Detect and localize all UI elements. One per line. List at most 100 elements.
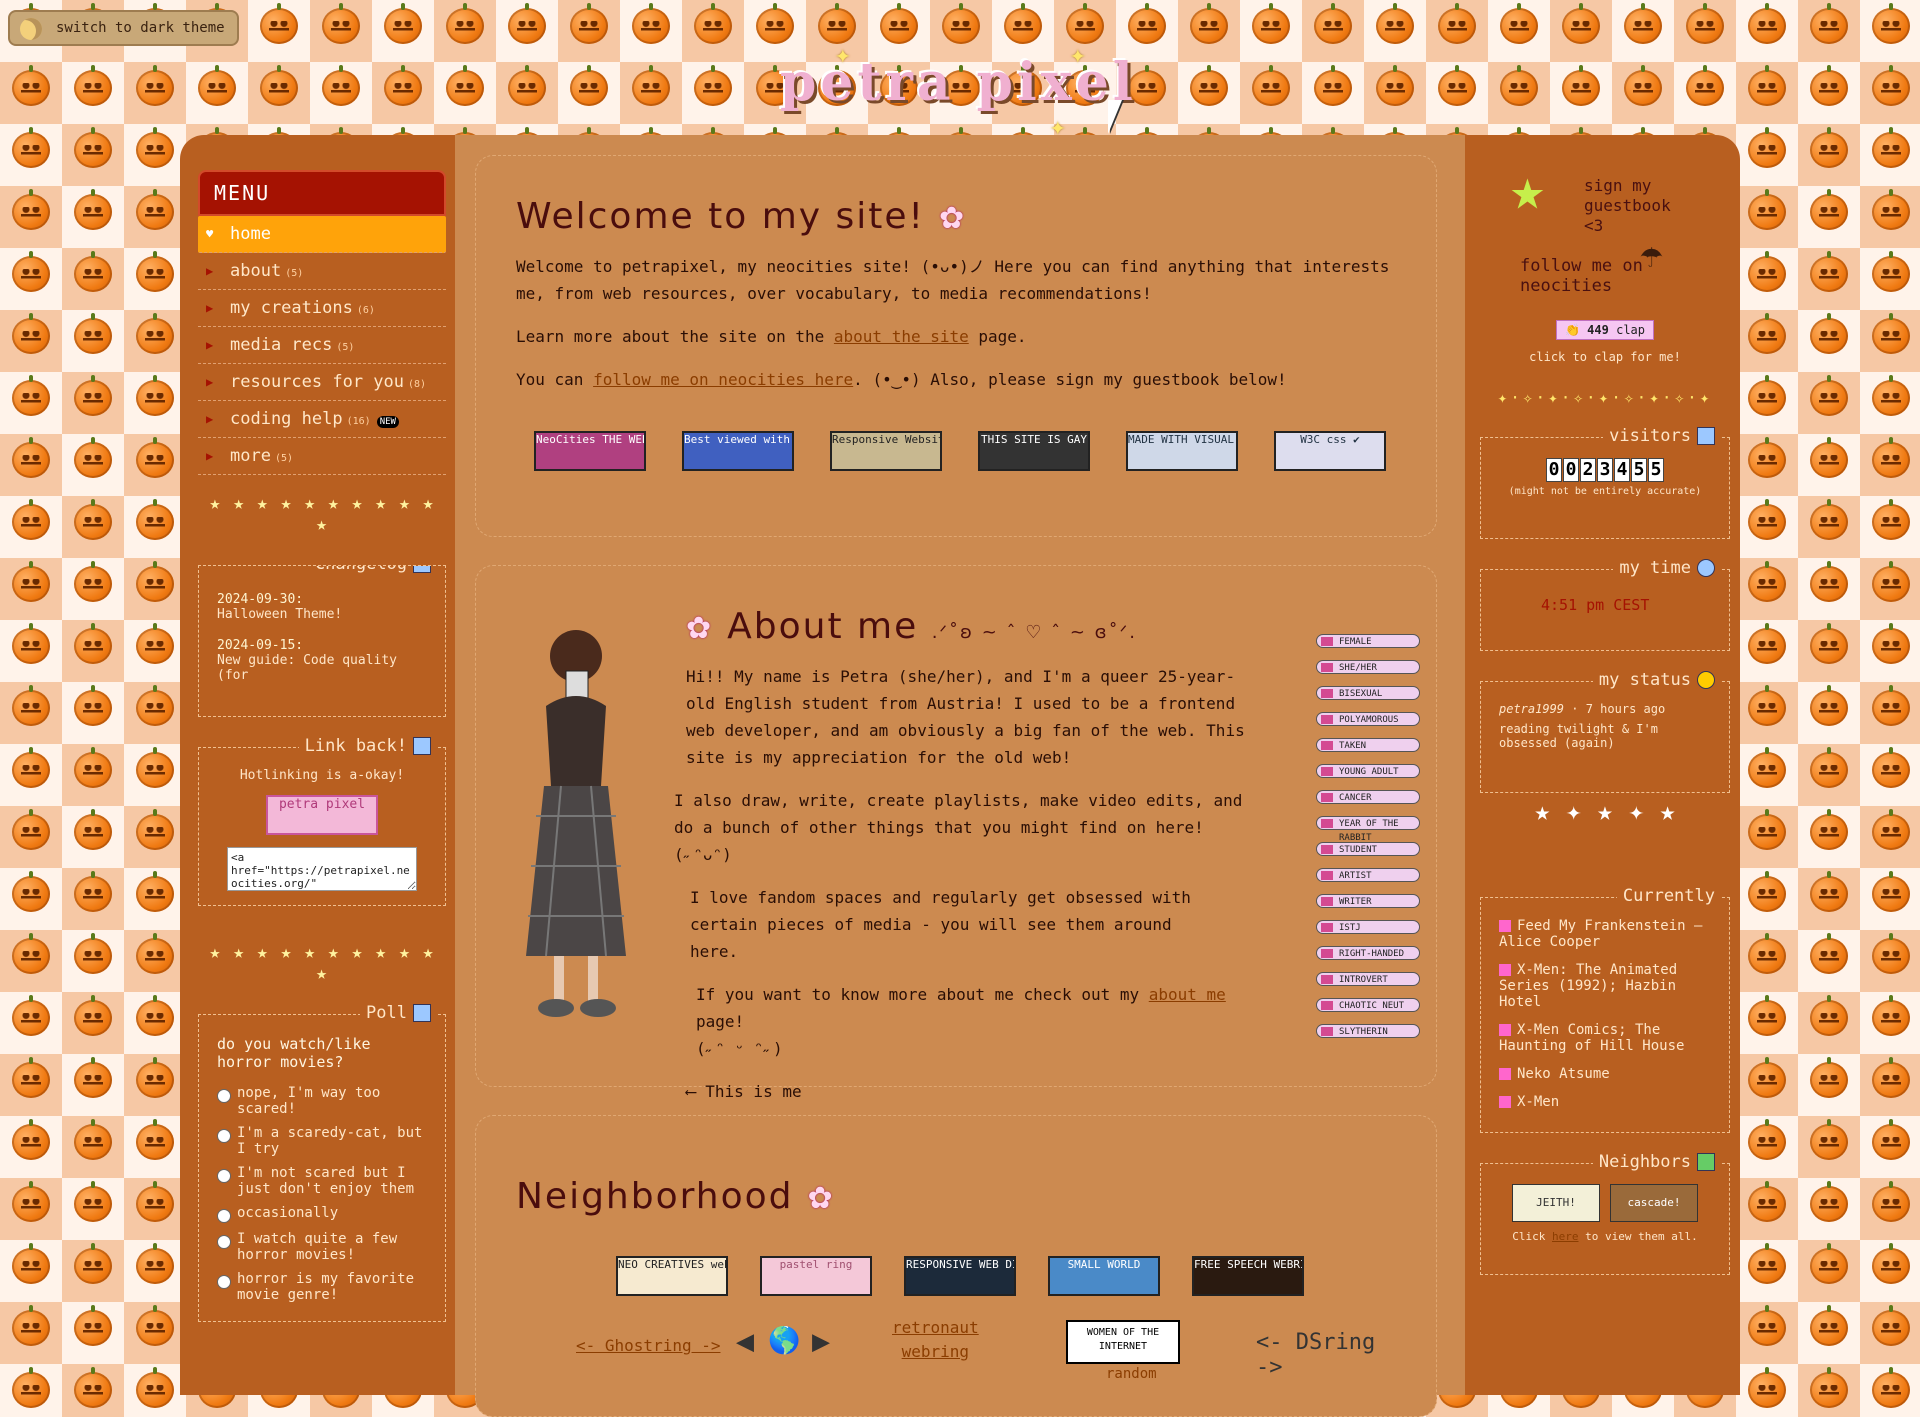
pumpkin-icon <box>1748 313 1786 354</box>
women-of-internet-ring[interactable]: WOMEN OF THE INTERNET <box>1066 1320 1180 1364</box>
poll-option[interactable]: horror is my favorite movie genre! <box>217 1271 427 1303</box>
dsring-link[interactable]: <- DSring -> <box>1256 1330 1376 1380</box>
pumpkin-icon <box>260 65 298 106</box>
changelog-date: 2024-09-15: <box>217 638 304 653</box>
webring-button[interactable]: FREE SPEECH WEBRING <box>1192 1256 1304 1296</box>
counter-digit: 0 <box>1546 458 1562 482</box>
changelog-title: Changelog <box>308 566 437 574</box>
menu-item-count: (8) <box>408 379 427 390</box>
poll-radio[interactable] <box>217 1209 231 1223</box>
menu-item-my-creations[interactable]: ▶ my creations (6) <box>198 290 446 327</box>
linkback-code-field[interactable]: <a href="https://petrapixel.neocities.or… <box>227 847 417 891</box>
identity-badge: WRITER <box>1316 894 1420 908</box>
site-badge-button[interactable]: Responsive Website <box>830 431 942 471</box>
pumpkin-icon <box>1872 1119 1910 1160</box>
pumpkin-icon <box>1500 3 1538 44</box>
pumpkin-icon <box>1748 3 1786 44</box>
pumpkin-icon <box>1810 3 1848 44</box>
menu-item-label: my creations <box>230 298 353 318</box>
neighbor-button[interactable]: cascade! <box>1610 1184 1698 1222</box>
retronaut-webring-link[interactable]: retronaut webring <box>892 1316 979 1364</box>
pumpkin-icon <box>1748 871 1786 912</box>
identity-badge: CANCER <box>1316 790 1420 804</box>
pumpkin-icon <box>880 3 918 44</box>
pumpkin-icon <box>74 623 112 664</box>
poll-radio[interactable] <box>217 1275 231 1289</box>
webring-button[interactable]: NEO CREATIVES webring <box>616 1256 728 1296</box>
pumpkin-icon <box>136 685 174 726</box>
follow-link[interactable]: follow me on neocities here <box>593 370 853 389</box>
webring-button[interactable]: RESPONSIVE WEB DIRECTORY <box>904 1256 1016 1296</box>
ghostring-link[interactable]: <- Ghostring -> <box>576 1336 721 1355</box>
random-link[interactable]: random <box>1106 1366 1157 1382</box>
menu-item-home[interactable]: ♥ home <box>198 216 446 253</box>
pumpkin-icon <box>1810 561 1848 602</box>
pumpkin-icon <box>1872 1181 1910 1222</box>
pumpkin-icon <box>74 561 112 602</box>
pumpkin-icon <box>1810 313 1848 354</box>
poll-option[interactable]: I'm a scaredy-cat, but I try <box>217 1125 427 1157</box>
poll-radio[interactable] <box>217 1169 231 1183</box>
poll-radio[interactable] <box>217 1235 231 1249</box>
about-site-link[interactable]: about the site <box>834 327 969 346</box>
menu-item-about[interactable]: ▶ about (5) <box>198 253 446 290</box>
pumpkin-icon <box>1748 1057 1786 1098</box>
neighbor-button[interactable]: JEITH! <box>1512 1184 1600 1222</box>
clap-widget: 👏 449 clap click to clap for me! <box>1480 320 1730 364</box>
calendar-icon <box>413 566 431 573</box>
menu-item-more[interactable]: ▶ more (5) <box>198 438 446 475</box>
menu-item-resources-for-you[interactable]: ▶ resources for you (8) <box>198 364 446 401</box>
pumpkin-icon <box>1872 809 1910 850</box>
poll-box: Poll do you watch/like horror movies? no… <box>198 1003 446 1322</box>
webring-button[interactable]: SMALL WORLD <box>1048 1256 1160 1296</box>
pumpkin-icon <box>1872 251 1910 292</box>
pumpkin-icon <box>74 809 112 850</box>
linkback-button-image[interactable]: petra pixel <box>266 795 378 835</box>
kirby-umbrella-icon: ☂ <box>1640 232 1663 276</box>
pumpkin-icon <box>74 65 112 106</box>
pumpkin-icon <box>136 1243 174 1284</box>
site-badge-button[interactable]: Best viewed with A COMPUTER <box>682 431 794 471</box>
menu-item-coding-help[interactable]: ▶ coding help (16) NEW <box>198 401 446 438</box>
identity-badge: YOUNG ADULT <box>1316 764 1420 778</box>
site-badge-button[interactable]: MADE WITH VISUAL STUDIO CODE <box>1126 431 1238 471</box>
site-badge-button[interactable]: W3C css ✔ <box>1274 431 1386 471</box>
next-arrow-icon[interactable]: ▶ <box>812 1324 830 1359</box>
site-badge-button[interactable]: NeoCities THE WEB IS YOURS <box>534 431 646 471</box>
poll-option[interactable]: I'm not scared but I just don't enjoy th… <box>217 1165 427 1197</box>
neighbors-link[interactable]: here <box>1552 1230 1579 1243</box>
pumpkin-icon <box>1748 561 1786 602</box>
webring-button[interactable]: pastel ring <box>760 1256 872 1296</box>
follow-link-right[interactable]: follow me on neocities ☂ <box>1480 230 1730 300</box>
menu-item-count: (5) <box>336 342 355 353</box>
poll-option[interactable]: occasionally <box>217 1205 427 1223</box>
clap-button[interactable]: 👏 449 clap <box>1556 320 1654 340</box>
pumpkin-icon <box>384 65 422 106</box>
poll-options: nope, I'm way too scared! I'm a scaredy-c… <box>217 1085 427 1303</box>
poll-option[interactable]: nope, I'm way too scared! <box>217 1085 427 1117</box>
status-user[interactable]: petra1999 <box>1499 702 1564 716</box>
site-badge-button[interactable]: THIS SITE IS GAY <box>978 431 1090 471</box>
about-me-link[interactable]: about me <box>1149 985 1226 1004</box>
pumpkin-icon <box>1810 685 1848 726</box>
identity-badge: SHE/HER <box>1316 660 1420 674</box>
poll-radio[interactable] <box>217 1129 231 1143</box>
pumpkin-icon <box>136 1119 174 1160</box>
visitors-box: visitors 0023455 (might not be entirely … <box>1480 426 1730 539</box>
guestbook-link[interactable]: ★ sign my guestbook <3 <box>1480 150 1730 235</box>
identity-badge: POLYAMOROUS <box>1316 712 1420 726</box>
visitors-note: (might not be entirely accurate) <box>1508 486 1702 497</box>
poll-radio[interactable] <box>217 1089 231 1103</box>
counter-digit: 5 <box>1631 458 1647 482</box>
currently-text: Feed My Frankenstein – Alice Cooper <box>1499 918 1703 950</box>
pumpkin-icon <box>12 685 50 726</box>
pumpkin-icon <box>1810 747 1848 788</box>
theme-toggle-button[interactable]: switch to dark theme <box>8 10 239 46</box>
poll-option[interactable]: I watch quite a few horror movies! <box>217 1231 427 1263</box>
pumpkin-icon <box>136 1367 174 1408</box>
menu-item-media-recs[interactable]: ▶ media recs (5) <box>198 327 446 364</box>
globe-icon[interactable]: 🌎 <box>768 1326 800 1356</box>
prev-arrow-icon[interactable]: ◀ <box>736 1324 754 1359</box>
pumpkin-icon <box>322 65 360 106</box>
counter-digit: 4 <box>1614 458 1630 482</box>
